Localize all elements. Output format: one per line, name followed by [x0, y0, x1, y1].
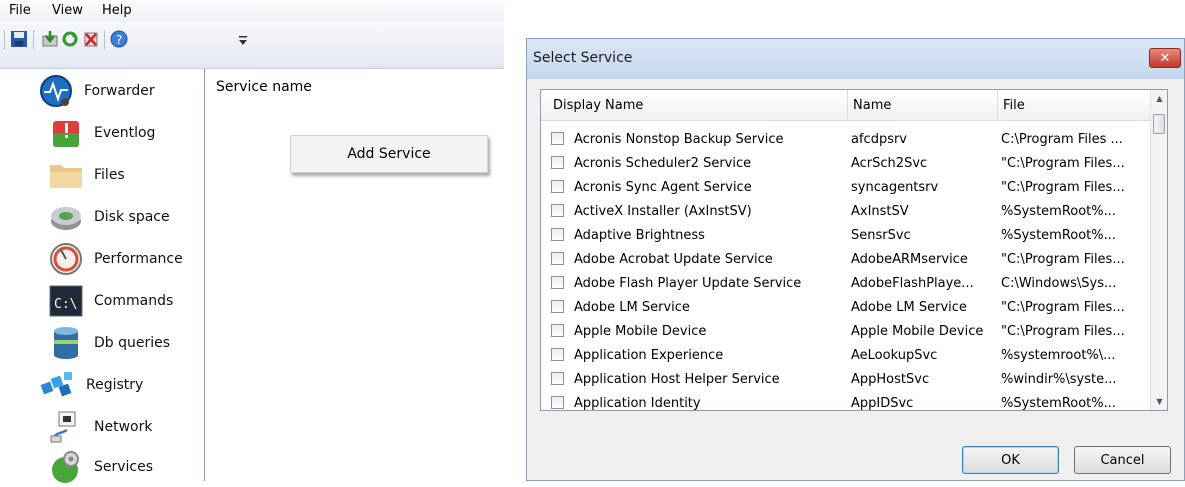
network-icon: [48, 409, 84, 445]
column-file[interactable]: File: [1003, 98, 1025, 113]
toolbar-grip: [4, 30, 5, 50]
delete-icon[interactable]: [82, 30, 100, 48]
sidebar-item-label: Services: [94, 459, 154, 475]
install-icon[interactable]: [41, 30, 59, 48]
folder-icon: [48, 157, 84, 193]
sidebar-item-registry[interactable]: Registry: [40, 365, 143, 405]
sidebar-item-label: Commands: [94, 293, 174, 309]
table-row[interactable]: Application Host Helper Service AppHostSv…: [541, 368, 1150, 392]
list-header: Display Name Name File: [541, 90, 1150, 121]
row-checkbox[interactable]: [551, 156, 564, 169]
sidebar-item-network[interactable]: Network: [48, 407, 152, 447]
row-checkbox[interactable]: [551, 372, 564, 385]
row-checkbox[interactable]: [551, 228, 564, 241]
services-panel: Service name Add Service: [205, 69, 504, 481]
sidebar-item-forwarder[interactable]: Forwarder: [38, 71, 155, 111]
sidebar-item-services[interactable]: Services: [48, 447, 153, 487]
sidebar-item-label: Performance: [94, 251, 183, 267]
table-row[interactable]: Application Experience AeLookupSvc %system…: [541, 344, 1150, 368]
row-checkbox[interactable]: [551, 396, 564, 409]
database-icon: [48, 325, 84, 361]
table-row[interactable]: Apple Mobile Device Apple Mobile Device "C…: [541, 320, 1150, 344]
sidebar-item-label: Files: [94, 167, 125, 183]
select-service-dialog: Select Service ✕ Display Name Name File …: [526, 38, 1185, 481]
service-name-header[interactable]: Service name: [216, 79, 312, 95]
cancel-button[interactable]: Cancel: [1074, 446, 1171, 474]
svg-text:C:\: C:\: [54, 297, 77, 312]
row-checkbox[interactable]: [551, 180, 564, 193]
table-row[interactable]: ActiveX Installer (AxInstSV) AxInstSV %Sys…: [541, 200, 1150, 224]
add-service-menu-item[interactable]: Add Service: [290, 135, 488, 173]
row-checkbox[interactable]: [551, 276, 564, 289]
services-icon: [48, 449, 84, 485]
table-row[interactable]: Acronis Sync Agent Service syncagentsrv "C…: [541, 176, 1150, 200]
eventlog-icon: [48, 115, 84, 151]
table-row[interactable]: Acronis Scheduler2 Service AcrSch2Svc "C:\…: [541, 152, 1150, 176]
ok-button[interactable]: OK: [962, 446, 1059, 474]
sidebar-item-label: Disk space: [94, 209, 170, 225]
close-button[interactable]: ✕: [1149, 48, 1181, 68]
sidebar: Forwarder Eventlog Files Disk space Perf…: [0, 69, 205, 483]
gauge-icon: [48, 241, 84, 277]
sidebar-item-commands[interactable]: C:\ Commands: [48, 281, 173, 321]
menu-file[interactable]: File: [9, 3, 31, 18]
row-checkbox[interactable]: [551, 252, 564, 265]
column-name[interactable]: Name: [853, 98, 891, 113]
sidebar-item-disk-space[interactable]: Disk space: [48, 197, 170, 237]
dialog-title: Select Service: [533, 50, 633, 66]
table-row[interactable]: Adobe Flash Player Update Service AdobeFl…: [541, 272, 1150, 296]
sidebar-item-label: Network: [94, 419, 153, 435]
chevron-down-icon[interactable]: [237, 34, 249, 52]
table-row[interactable]: Adaptive Brightness SensrSvc %SystemRoot%.…: [541, 224, 1150, 248]
table-row[interactable]: Acronis Nonstop Backup Service afcdpsrv C:…: [541, 128, 1150, 152]
row-checkbox[interactable]: [551, 348, 564, 361]
sidebar-item-performance[interactable]: Performance: [48, 239, 183, 279]
scroll-up-icon[interactable]: ▲: [1151, 90, 1167, 107]
column-display-name[interactable]: Display Name: [553, 98, 643, 113]
table-row[interactable]: Application Identity AppIDSvc %SystemRoot%…: [541, 392, 1150, 410]
row-checkbox[interactable]: [551, 300, 564, 313]
row-checkbox[interactable]: [551, 324, 564, 337]
vertical-scrollbar[interactable]: ▲ ▼: [1150, 90, 1167, 410]
refresh-icon[interactable]: [61, 30, 79, 48]
scroll-thumb[interactable]: [1153, 114, 1165, 134]
dialog-title-bar[interactable]: Select Service ✕: [527, 39, 1184, 79]
toolbar: ?: [0, 22, 504, 69]
sidebar-item-label: Db queries: [94, 335, 171, 351]
registry-icon: [40, 367, 76, 403]
service-list: Display Name Name File Acronis Nonstop B…: [540, 89, 1168, 411]
table-row[interactable]: Adobe LM Service Adobe LM Service "C:\Prog…: [541, 296, 1150, 320]
sidebar-item-db-queries[interactable]: Db queries: [48, 323, 170, 363]
row-checkbox[interactable]: [551, 204, 564, 217]
menu-help[interactable]: Help: [102, 3, 132, 18]
sidebar-item-label: Eventlog: [94, 125, 156, 141]
menu-bar: File View Help: [0, 0, 504, 23]
scroll-down-icon[interactable]: ▼: [1151, 393, 1167, 410]
forwarder-icon: [38, 73, 74, 109]
sidebar-item-label: Forwarder: [84, 83, 155, 99]
main-window: File View Help ? Forwarder Eventlog File…: [0, 0, 504, 483]
save-icon[interactable]: [10, 30, 28, 48]
close-icon: ✕: [1159, 50, 1171, 66]
row-checkbox[interactable]: [551, 132, 564, 145]
sidebar-item-eventlog[interactable]: Eventlog: [48, 113, 155, 153]
disk-icon: [48, 199, 84, 235]
help-icon[interactable]: ?: [110, 30, 128, 48]
sidebar-item-files[interactable]: Files: [48, 155, 125, 195]
table-row[interactable]: Adobe Acrobat Update Service AdobeARMserv…: [541, 248, 1150, 272]
svg-text:?: ?: [116, 33, 122, 47]
sidebar-item-label: Registry: [86, 377, 144, 393]
menu-view[interactable]: View: [52, 3, 83, 18]
console-icon: C:\: [48, 283, 84, 319]
